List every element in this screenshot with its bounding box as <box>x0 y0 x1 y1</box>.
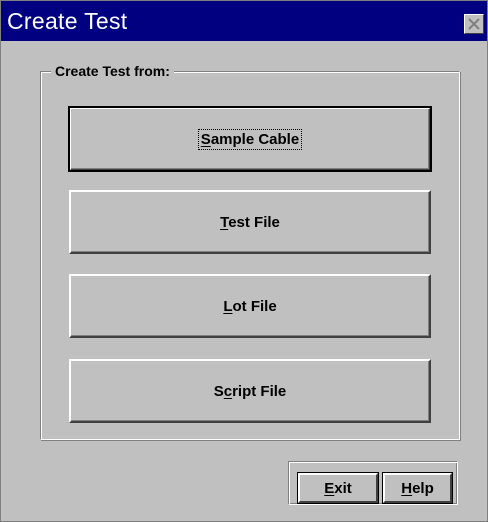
script-file-button[interactable]: Script File <box>69 359 431 423</box>
help-label: Help <box>401 479 434 497</box>
create-test-dialog: Create Test Create Test from: Sample Cab… <box>0 0 488 522</box>
group-label: Create Test from: <box>51 62 174 80</box>
window-title: Create Test <box>7 8 128 34</box>
sample-cable-label: Sample Cable <box>197 128 303 150</box>
test-file-label: Test File <box>220 213 280 231</box>
sample-cable-button[interactable]: Sample Cable <box>68 106 432 172</box>
exit-button[interactable]: Exit <box>297 472 379 504</box>
title-bar[interactable]: Create Test <box>1 1 487 41</box>
help-button[interactable]: Help <box>382 472 453 504</box>
exit-label: Exit <box>324 479 352 497</box>
test-file-button[interactable]: Test File <box>69 190 431 254</box>
lot-file-button[interactable]: Lot File <box>69 274 431 338</box>
close-button[interactable] <box>464 14 484 34</box>
lot-file-label: Lot File <box>223 297 277 315</box>
script-file-label: Script File <box>213 382 287 400</box>
